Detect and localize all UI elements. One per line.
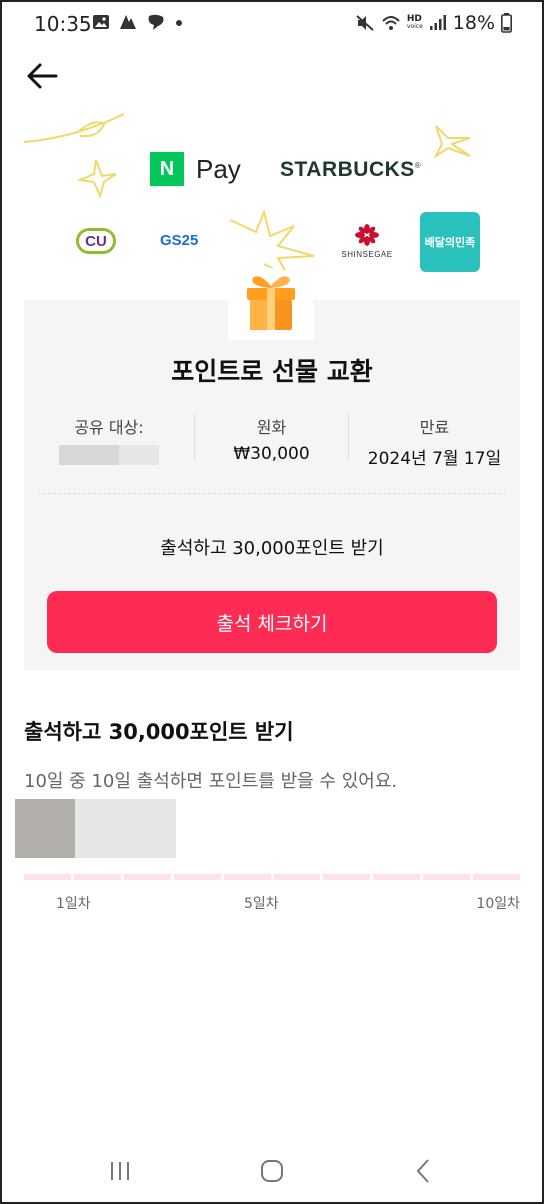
expiry-value: 2024년 7월 17일 bbox=[367, 449, 502, 469]
day-label-mid: 5일차 bbox=[244, 896, 279, 912]
status-time: 10:35 bbox=[34, 12, 92, 36]
dot-icon bbox=[176, 20, 182, 26]
progress-segment bbox=[373, 874, 421, 880]
mute-icon bbox=[356, 15, 374, 31]
gift-box-icon bbox=[247, 276, 295, 330]
status-system-icons: HD voice 18% bbox=[355, 12, 512, 34]
share-target-redacted bbox=[59, 445, 159, 465]
baemin-logo: 배달의민족 bbox=[420, 212, 480, 272]
currency-col: 원화 ₩30,000 bbox=[195, 414, 348, 464]
voice-badge-text: voice bbox=[406, 23, 423, 30]
progress-segment bbox=[73, 874, 121, 880]
share-target-col: 공유 대상: bbox=[24, 414, 194, 465]
status-notification-icons bbox=[92, 13, 184, 31]
hd-badge-text: HD bbox=[406, 14, 422, 24]
dashed-divider bbox=[38, 493, 506, 494]
status-bar: 10:35 HD voice 18% bbox=[0, 0, 544, 50]
redacted-block bbox=[15, 799, 176, 858]
hd-voice-badge: HD voice bbox=[407, 15, 423, 31]
arrow-left-icon bbox=[27, 63, 58, 89]
redacted-segment bbox=[15, 799, 75, 858]
progress-segment bbox=[223, 874, 271, 880]
expiry-label: 만료 bbox=[419, 418, 450, 437]
attendance-description: 10일 중 10일 출석하면 포인트를 받을 수 있어요. bbox=[24, 771, 398, 792]
signal-icon bbox=[429, 15, 446, 30]
day-label-end: 10일차 bbox=[476, 896, 520, 912]
info-row: 공유 대상: 원화 ₩30,000 만료 2024년 7월 17일 bbox=[24, 414, 520, 469]
npay-text: Pay bbox=[196, 153, 241, 184]
back-button[interactable] bbox=[22, 58, 62, 94]
gallery-icon bbox=[93, 15, 109, 29]
recent-apps-button[interactable] bbox=[98, 1154, 142, 1188]
back-nav-icon bbox=[416, 1159, 429, 1183]
progress-segment bbox=[273, 874, 321, 880]
cu-logo: CU bbox=[76, 228, 116, 254]
attendance-progress bbox=[24, 874, 521, 880]
gs25-logo: GS25 bbox=[160, 232, 199, 249]
card-subtitle: 출석하고 30,000포인트 받기 bbox=[160, 538, 384, 559]
gift-exchange-card: 포인트로 선물 교환 공유 대상: 원화 ₩30,000 만료 2024년 7월… bbox=[24, 300, 520, 670]
battery-percent: 18% bbox=[452, 12, 495, 34]
day-label-start: 1일차 bbox=[56, 896, 91, 912]
npay-logo: N Pay bbox=[150, 152, 241, 186]
starbucks-text: STARBUCKS bbox=[280, 158, 415, 181]
npay-mark: N bbox=[150, 152, 184, 186]
attendance-check-button[interactable]: 출석 체크하기 bbox=[47, 591, 497, 653]
progress-segment bbox=[323, 874, 371, 880]
system-nav-bar bbox=[0, 1140, 544, 1200]
starbucks-mark: ® bbox=[414, 161, 422, 170]
expiry-col: 만료 2024년 7월 17일 bbox=[349, 414, 520, 469]
share-target-label: 공유 대상: bbox=[74, 418, 144, 437]
starbucks-logo: STARBUCKS® bbox=[280, 158, 421, 182]
home-icon bbox=[261, 1160, 283, 1182]
progress-segment bbox=[473, 874, 521, 880]
progress-segment bbox=[24, 874, 71, 880]
card-title: 포인트로 선물 교환 bbox=[171, 357, 373, 386]
wifi-icon bbox=[382, 16, 400, 30]
battery-icon bbox=[501, 13, 512, 33]
recent-apps-icon bbox=[111, 1162, 129, 1180]
shinsegae-flower-icon bbox=[355, 224, 379, 246]
attendance-title: 출석하고 30,000포인트 받기 bbox=[24, 720, 294, 744]
currency-value: ₩30,000 bbox=[233, 444, 310, 464]
currency-label: 원화 bbox=[256, 418, 287, 437]
progress-segment bbox=[423, 874, 471, 880]
shinsegae-logo: SHINSEGAE bbox=[340, 224, 394, 259]
app-icon bbox=[120, 15, 136, 29]
progress-segment bbox=[123, 874, 171, 880]
home-button[interactable] bbox=[250, 1154, 294, 1188]
back-nav-button[interactable] bbox=[402, 1154, 446, 1188]
shinsegae-text: SHINSEGAE bbox=[341, 250, 393, 259]
redacted-segment bbox=[75, 799, 176, 858]
chat-icon bbox=[148, 14, 164, 30]
progress-segment bbox=[173, 874, 221, 880]
